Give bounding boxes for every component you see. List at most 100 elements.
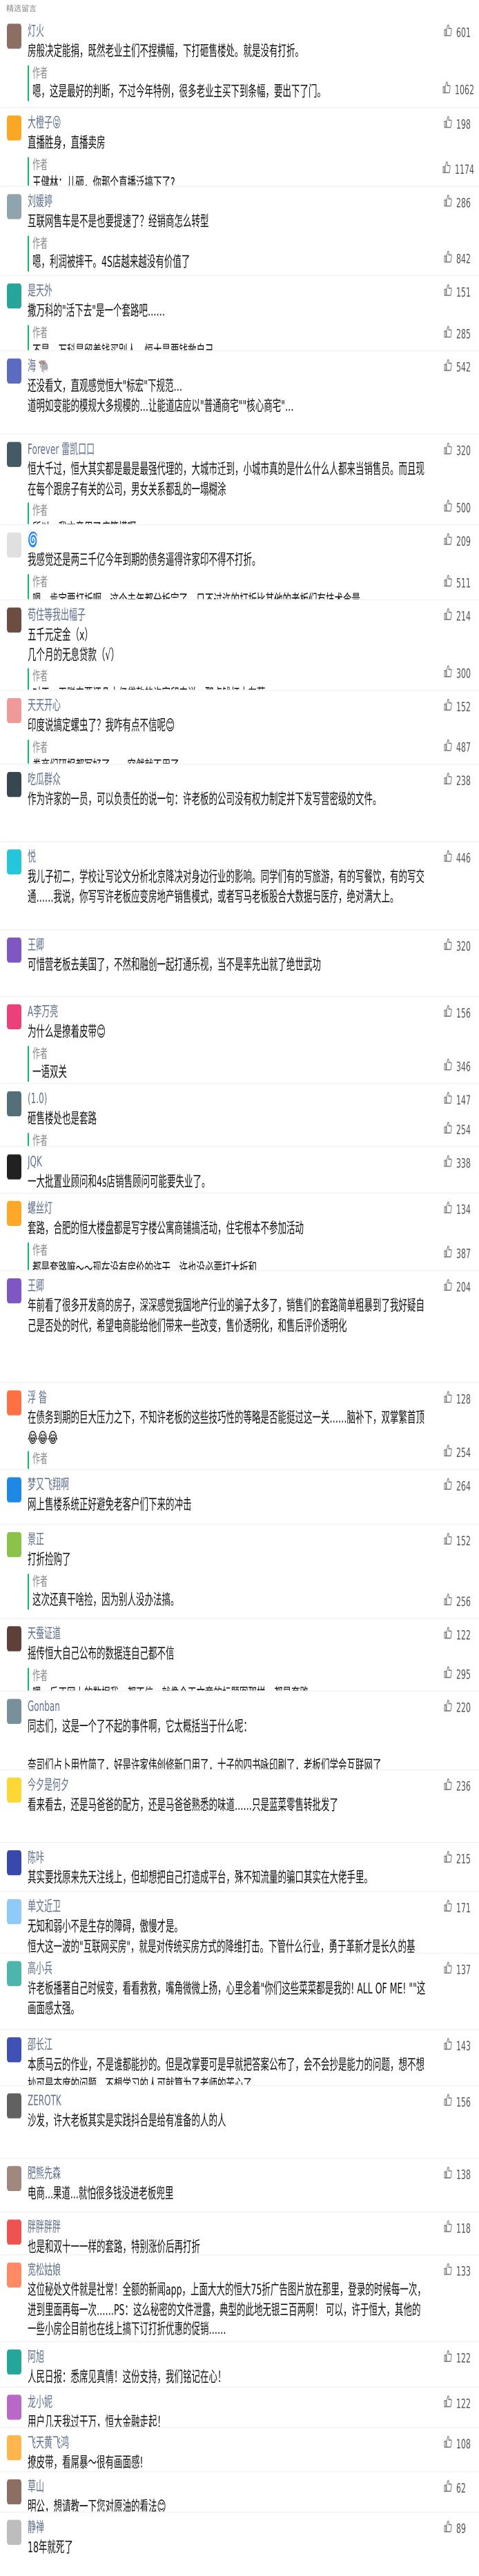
avatar[interactable] <box>7 358 21 384</box>
avatar[interactable] <box>7 194 21 219</box>
avatar[interactable] <box>7 771 21 797</box>
commenter-name[interactable]: Forever 雷凯口口 <box>28 439 427 459</box>
avatar[interactable] <box>7 2479 21 2505</box>
commenter-name[interactable]: 🌀 <box>28 530 427 549</box>
avatar[interactable] <box>7 2435 21 2461</box>
like-button[interactable]: 108 <box>431 2435 474 2452</box>
avatar[interactable] <box>7 442 21 467</box>
avatar[interactable] <box>7 1698 21 1724</box>
avatar[interactable] <box>7 532 21 558</box>
commenter-name[interactable]: 草山 <box>28 2477 427 2496</box>
commenter-name[interactable]: 刘媛婷 <box>28 192 427 211</box>
commenter-name[interactable]: A李万亮 <box>28 1002 427 1021</box>
commenter-name[interactable]: 王卿 <box>28 935 427 955</box>
avatar[interactable] <box>7 1626 21 1652</box>
avatar[interactable] <box>7 2395 21 2420</box>
commenter-name[interactable]: 天蚕证道 <box>28 1624 427 1643</box>
avatar[interactable] <box>7 2166 21 2191</box>
like-button[interactable]: 138 <box>431 2166 474 2183</box>
reply-like-button[interactable]: 1062 <box>431 81 474 97</box>
like-button[interactable]: 236 <box>431 1778 474 1794</box>
commenter-name[interactable]: 今夕是何夕 <box>28 1775 427 1794</box>
reply-like-button[interactable]: 254 <box>431 1444 474 1460</box>
avatar[interactable] <box>7 283 21 309</box>
reply-like-button[interactable]: 842 <box>431 250 474 267</box>
like-button[interactable]: 214 <box>431 608 474 624</box>
avatar[interactable] <box>7 1532 21 1558</box>
avatar[interactable] <box>7 23 21 49</box>
like-button[interactable]: 147 <box>431 1091 474 1108</box>
like-button[interactable]: 320 <box>431 938 474 954</box>
like-button[interactable]: 171 <box>431 1899 474 1916</box>
like-button[interactable]: 446 <box>431 849 474 866</box>
reply-like-button[interactable]: 346 <box>431 1058 474 1074</box>
avatar[interactable] <box>7 1961 21 1986</box>
like-button[interactable]: 143 <box>431 2037 474 2054</box>
like-button[interactable]: 286 <box>431 194 474 210</box>
commenter-name[interactable]: ZEROTK <box>28 2091 427 2110</box>
commenter-name[interactable]: 景正 <box>28 1529 427 1549</box>
like-button[interactable]: 601 <box>431 23 474 40</box>
avatar[interactable] <box>7 1091 21 1117</box>
reply-like-button[interactable]: 256 <box>431 1593 474 1609</box>
avatar[interactable] <box>7 1850 21 1876</box>
like-button[interactable]: 238 <box>431 772 474 789</box>
avatar[interactable] <box>7 2262 21 2288</box>
reply-like-button[interactable]: 511 <box>431 574 474 591</box>
reply-like-button[interactable]: 500 <box>431 499 474 515</box>
avatar[interactable] <box>7 2349 21 2375</box>
commenter-name[interactable]: 阿旭 <box>28 2347 427 2366</box>
commenter-name[interactable]: 海 🐃 <box>28 356 427 375</box>
commenter-name[interactable]: 是天外 <box>28 281 427 300</box>
commenter-name[interactable]: 邵长江 <box>28 2035 427 2054</box>
avatar[interactable] <box>7 1777 21 1803</box>
like-button[interactable]: 151 <box>431 284 474 300</box>
commenter-name[interactable]: 高小兵 <box>28 1959 427 1978</box>
commenter-name[interactable]: 肥熊先森 <box>28 2163 427 2183</box>
like-button[interactable]: 128 <box>431 1390 474 1407</box>
commenter-name[interactable]: 螺丝灯 <box>28 1198 427 1218</box>
like-button[interactable]: 338 <box>431 1154 474 1171</box>
reply-like-button[interactable]: 285 <box>431 325 474 341</box>
like-button[interactable]: 89 <box>431 2520 474 2537</box>
avatar[interactable] <box>7 1390 21 1416</box>
reply-like-button[interactable]: 487 <box>431 739 474 755</box>
avatar[interactable] <box>7 1899 21 1925</box>
like-button[interactable]: 137 <box>431 1961 474 1978</box>
commenter-name[interactable]: 梦又飞翔啊 <box>28 1475 427 1494</box>
avatar[interactable] <box>7 115 21 141</box>
commenter-name[interactable]: 苟住等我出幅子 <box>28 605 427 624</box>
avatar[interactable] <box>7 1477 21 1503</box>
commenter-name[interactable]: 单文近卫 <box>28 1896 427 1916</box>
like-button[interactable]: 133 <box>431 2263 474 2279</box>
commenter-name[interactable]: 陈咔 <box>28 1848 427 1867</box>
commenter-name[interactable]: 王卿 <box>28 1276 427 1296</box>
commenter-name[interactable]: 浮 昝 <box>28 1388 427 1407</box>
commenter-name[interactable]: 悦 <box>28 847 427 866</box>
like-button[interactable]: 542 <box>431 359 474 375</box>
commenter-name[interactable]: 静禅 <box>28 2517 427 2537</box>
avatar[interactable] <box>7 2219 21 2245</box>
reply-like-button[interactable]: 1174 <box>431 161 474 177</box>
commenter-name[interactable]: 飞天黄飞鸿 <box>28 2433 427 2453</box>
avatar[interactable] <box>7 697 21 724</box>
like-button[interactable]: 204 <box>431 1278 474 1295</box>
like-button[interactable]: 320 <box>431 442 474 459</box>
avatar[interactable] <box>7 2037 21 2063</box>
like-button[interactable]: 134 <box>431 1201 474 1218</box>
avatar[interactable] <box>7 1200 21 1227</box>
commenter-name[interactable]: 龙小妮 <box>28 2392 427 2412</box>
avatar[interactable] <box>7 1004 21 1030</box>
commenter-name[interactable]: JQK <box>28 1152 427 1171</box>
like-button[interactable]: 122 <box>431 2350 474 2366</box>
avatar[interactable] <box>7 2519 21 2545</box>
avatar[interactable] <box>7 1278 21 1304</box>
avatar[interactable] <box>7 938 21 963</box>
like-button[interactable]: 62 <box>431 2479 474 2496</box>
avatar[interactable] <box>7 607 21 633</box>
like-button[interactable]: 152 <box>431 698 474 715</box>
reply-like-button[interactable]: 254 <box>431 1121 474 1138</box>
like-button[interactable]: 122 <box>431 1626 474 1643</box>
like-button[interactable]: 198 <box>431 115 474 132</box>
like-button[interactable]: 156 <box>431 2093 474 2110</box>
